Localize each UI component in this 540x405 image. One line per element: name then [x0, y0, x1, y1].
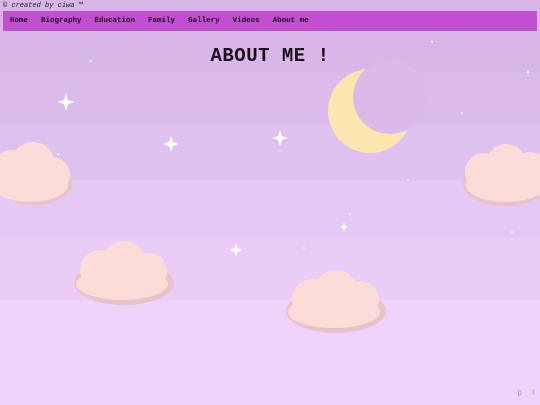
corner-text: p l [517, 388, 538, 397]
credit-line: © created by ciwa ™ [3, 2, 83, 10]
credit-text: created by ciwa [11, 2, 75, 10]
copyright-symbol: © [3, 2, 8, 10]
main-nav: Home Biography Education Family Gallery … [3, 11, 537, 31]
nav-home[interactable]: Home [10, 17, 28, 25]
nav-family[interactable]: Family [148, 17, 175, 25]
nav-gallery[interactable]: Gallery [188, 17, 220, 25]
nav-about-me[interactable]: About me [273, 17, 309, 25]
nav-videos[interactable]: Videos [233, 17, 260, 25]
nav-biography[interactable]: Biography [41, 17, 82, 25]
trademark-symbol: ™ [78, 2, 83, 10]
nav-education[interactable]: Education [95, 17, 136, 25]
page-title: ABOUT ME ! [210, 45, 330, 67]
